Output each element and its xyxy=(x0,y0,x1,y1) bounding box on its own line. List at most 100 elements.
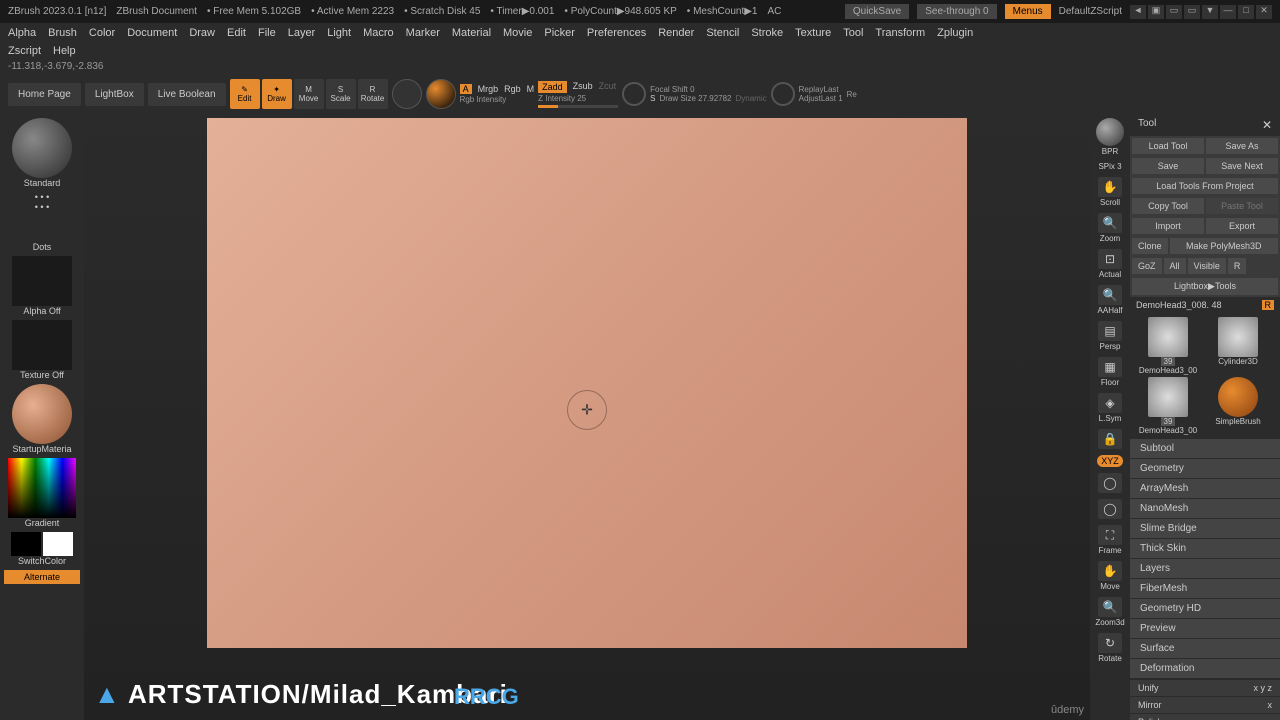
menu-render[interactable]: Render xyxy=(658,27,694,39)
load-project-button[interactable]: Load Tools From Project xyxy=(1132,178,1278,194)
deform-unify[interactable]: Unifyx y z xyxy=(1130,679,1280,696)
tool-item[interactable]: 39DemoHead3_00 xyxy=(1134,377,1202,435)
clone-button[interactable]: Clone xyxy=(1132,238,1168,254)
menu-transform[interactable]: Transform xyxy=(875,27,925,39)
window-icon-3[interactable]: ▭ xyxy=(1166,5,1182,19)
zoom3d-button[interactable]: 🔍Zoom3d xyxy=(1092,595,1128,629)
zadd-button[interactable]: Zadd xyxy=(538,81,567,93)
menu-alpha[interactable]: Alpha xyxy=(8,27,36,39)
edit-mode-button[interactable]: ✎Edit xyxy=(230,79,260,109)
viewport[interactable]: ✛ xyxy=(207,118,967,648)
accordion-geometryhd[interactable]: Geometry HD xyxy=(1130,599,1280,619)
accordion-layers[interactable]: Layers xyxy=(1130,559,1280,579)
rotate-mode-button[interactable]: RRotate xyxy=(358,79,388,109)
actual-button[interactable]: ⊡Actual xyxy=(1092,247,1128,281)
menu-macro[interactable]: Macro xyxy=(363,27,394,39)
draw-poly-button[interactable]: ◯ xyxy=(1092,471,1128,495)
window-icon-4[interactable]: ▭ xyxy=(1184,5,1200,19)
spix-slider[interactable]: SPix 3 xyxy=(1092,160,1128,173)
goz-all-button[interactable]: All xyxy=(1164,258,1186,274)
home-button[interactable]: Home Page xyxy=(8,83,81,106)
window-icon-1[interactable]: ◄ xyxy=(1130,5,1146,19)
import-button[interactable]: Import xyxy=(1132,218,1204,234)
swatch-white[interactable] xyxy=(43,532,73,556)
polymesh-button[interactable]: Make PolyMesh3D xyxy=(1170,238,1278,254)
accordion-surface[interactable]: Surface xyxy=(1130,639,1280,659)
window-icon-2[interactable]: ▣ xyxy=(1148,5,1164,19)
deform-polish[interactable]: Polish○ xyxy=(1130,713,1280,720)
focal-gauge-icon[interactable] xyxy=(622,82,646,106)
menu-preferences[interactable]: Preferences xyxy=(587,27,646,39)
move-mode-button[interactable]: MMove xyxy=(294,79,324,109)
lock-icon[interactable]: 🔒 xyxy=(1092,427,1128,451)
draw-mode-button[interactable]: ✦Draw xyxy=(262,79,292,109)
lightbox-button[interactable]: LightBox xyxy=(85,83,144,106)
window-close-icon[interactable]: ✕ xyxy=(1256,5,1272,19)
window-maximize-icon[interactable]: □ xyxy=(1238,5,1254,19)
lightbox-tools-button[interactable]: Lightbox▶Tools xyxy=(1132,278,1278,295)
liveboolean-button[interactable]: Live Boolean xyxy=(148,83,226,106)
tool-item[interactable]: Cylinder3D xyxy=(1204,317,1272,375)
copy-tool-button[interactable]: Copy Tool xyxy=(1132,198,1204,214)
menu-layer[interactable]: Layer xyxy=(288,27,316,39)
bpr-button[interactable]: BPR xyxy=(1092,116,1128,158)
floor-button[interactable]: ▦Floor xyxy=(1092,355,1128,389)
lsym-button[interactable]: ◈L.Sym xyxy=(1092,391,1128,425)
export-button[interactable]: Export xyxy=(1206,218,1278,234)
alpha-selector[interactable]: Alpha Off xyxy=(4,256,80,316)
material-selector[interactable]: StartupMateria xyxy=(4,384,80,454)
save-as-button[interactable]: Save As xyxy=(1206,138,1278,154)
aahalf-button[interactable]: 🔍AAHalf xyxy=(1092,283,1128,317)
tool-item[interactable]: 39DemoHead3_00 xyxy=(1134,317,1202,375)
brush-selector[interactable]: Standard xyxy=(4,118,80,188)
menu-file[interactable]: File xyxy=(258,27,276,39)
menu-stroke[interactable]: Stroke xyxy=(751,27,783,39)
draw-size-slider[interactable]: Draw Size 27.92782 xyxy=(659,94,731,103)
menu-tool[interactable]: Tool xyxy=(843,27,863,39)
replay-gauge-icon[interactable] xyxy=(771,82,795,106)
menu-brush[interactable]: Brush xyxy=(48,27,77,39)
solo-button[interactable]: ◯ xyxy=(1092,497,1128,521)
stroke-selector[interactable]: • • •• • • Dots xyxy=(4,192,80,252)
menu-draw[interactable]: Draw xyxy=(189,27,215,39)
goz-visible-button[interactable]: Visible xyxy=(1188,258,1226,274)
menu-material[interactable]: Material xyxy=(452,27,491,39)
alternate-button[interactable]: Alternate xyxy=(4,570,80,584)
swatch-black[interactable] xyxy=(11,532,41,556)
menu-document[interactable]: Document xyxy=(127,27,177,39)
canvas[interactable]: ✛ ▲ ARTSTATION/Milad_Kambari RRCG ûdemy xyxy=(84,114,1090,720)
frame-button[interactable]: ⛶Frame xyxy=(1092,523,1128,557)
persp-button[interactable]: ▤Persp xyxy=(1092,319,1128,353)
accordion-slimebridge[interactable]: Slime Bridge xyxy=(1130,519,1280,539)
menu-movie[interactable]: Movie xyxy=(503,27,532,39)
m-button[interactable]: M xyxy=(527,84,535,94)
goz-button[interactable]: GoZ xyxy=(1132,258,1162,274)
xyz-toggle[interactable]: XYZ xyxy=(1097,455,1123,467)
tool-item[interactable]: SimpleBrush xyxy=(1204,377,1272,435)
accordion-subtool[interactable]: Subtool xyxy=(1130,439,1280,459)
replaylast-button[interactable]: ReplayLast xyxy=(799,85,843,94)
mrgb-button[interactable]: Mrgb xyxy=(478,84,499,94)
tool-name-field[interactable]: DemoHead3_008. 48R xyxy=(1130,297,1280,313)
scroll-button[interactable]: ✋Scroll xyxy=(1092,175,1128,209)
zsub-button[interactable]: Zsub xyxy=(573,81,593,93)
menu-help[interactable]: Help xyxy=(53,45,76,57)
dynamic-toggle[interactable]: Dynamic xyxy=(736,94,767,103)
accordion-arraymesh[interactable]: ArrayMesh xyxy=(1130,479,1280,499)
rotate3d-button[interactable]: ↻Rotate xyxy=(1092,631,1128,665)
menu-marker[interactable]: Marker xyxy=(406,27,440,39)
window-minimize-icon[interactable]: — xyxy=(1220,5,1236,19)
menu-zplugin[interactable]: Zplugin xyxy=(937,27,973,39)
deform-mirror[interactable]: Mirrorx xyxy=(1130,696,1280,713)
zoom-button[interactable]: 🔍Zoom xyxy=(1092,211,1128,245)
a-toggle[interactable]: A xyxy=(460,84,472,94)
move3d-button[interactable]: ✋Move xyxy=(1092,559,1128,593)
accordion-nanomesh[interactable]: NanoMesh xyxy=(1130,499,1280,519)
menu-picker[interactable]: Picker xyxy=(544,27,575,39)
texture-selector[interactable]: Texture Off xyxy=(4,320,80,380)
seethrough-slider[interactable]: See-through 0 xyxy=(917,4,996,19)
adjustlast-slider[interactable]: AdjustLast 1 xyxy=(799,94,843,103)
rgb-button[interactable]: Rgb xyxy=(504,84,521,94)
accordion-fibermesh[interactable]: FiberMesh xyxy=(1130,579,1280,599)
scale-mode-button[interactable]: SScale xyxy=(326,79,356,109)
